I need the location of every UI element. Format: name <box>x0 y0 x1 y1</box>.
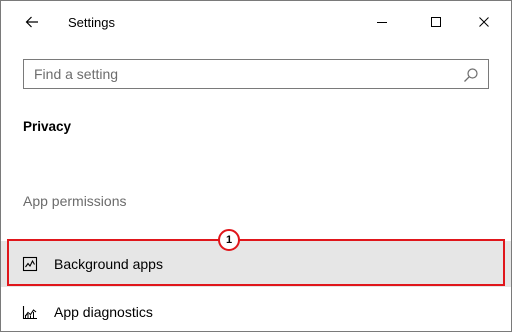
minimize-icon <box>377 22 387 23</box>
close-icon <box>479 17 489 27</box>
minimize-button[interactable] <box>368 9 396 35</box>
window-title: Settings <box>68 15 115 30</box>
search-input[interactable] <box>24 60 454 88</box>
group-label-app-permissions: App permissions <box>23 193 127 209</box>
nav-item-app-diagnostics[interactable]: App diagnostics <box>1 289 511 331</box>
back-button[interactable] <box>18 9 46 35</box>
back-arrow-icon <box>25 16 38 28</box>
search-icon[interactable] <box>463 67 479 83</box>
app-diagnostics-icon <box>21 303 39 321</box>
nav-item-background-apps[interactable]: Background apps <box>1 241 511 287</box>
maximize-icon <box>431 17 441 27</box>
maximize-button[interactable] <box>422 9 450 35</box>
annotation-number-badge: 1 <box>218 229 240 251</box>
nav-item-label: App diagnostics <box>54 304 153 320</box>
nav-item-label: Background apps <box>54 256 163 272</box>
close-button[interactable] <box>470 9 498 35</box>
page-title: Privacy <box>23 119 72 134</box>
title-bar: Settings <box>1 1 511 45</box>
background-apps-icon <box>21 255 39 273</box>
search-box[interactable] <box>23 59 489 89</box>
settings-window: Settings Privacy App permissions <box>0 0 512 332</box>
